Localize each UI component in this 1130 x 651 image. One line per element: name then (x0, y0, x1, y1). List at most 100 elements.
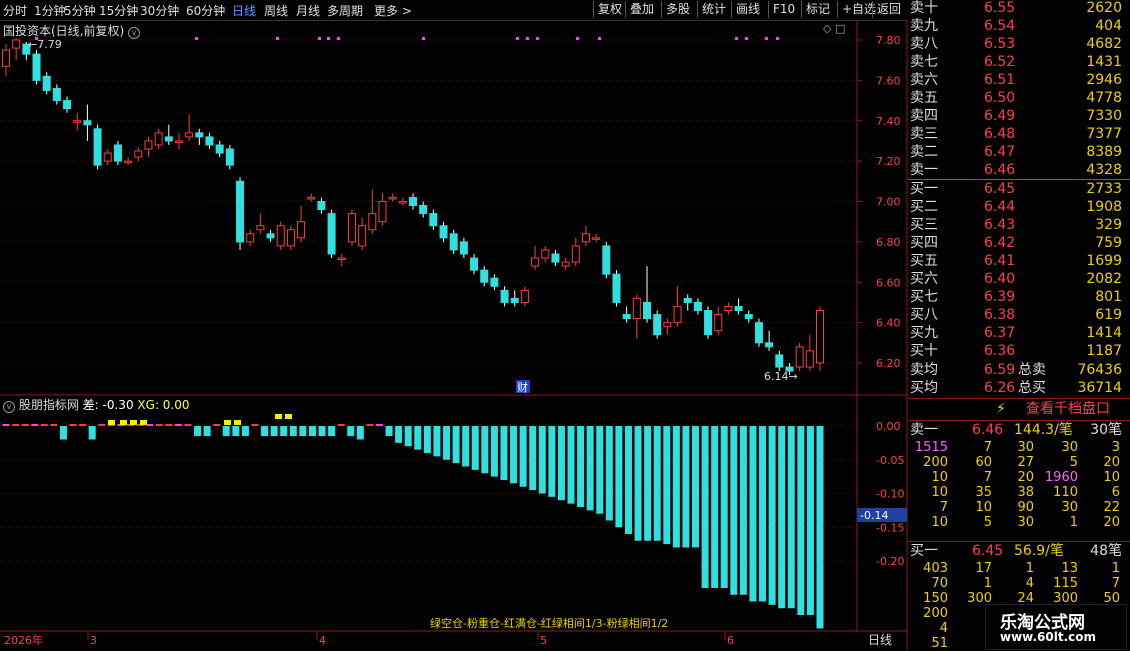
ask-row[interactable]: 卖四 6.49 7330 (908, 107, 1130, 125)
indicator-bar (548, 426, 556, 497)
bid-row[interactable]: 买四 6.42 759 (908, 234, 1130, 252)
window-controls[interactable]: ◇ □ (823, 22, 845, 35)
indicator-bar (481, 426, 489, 474)
bid-row[interactable]: 买三 6.43 329 (908, 216, 1130, 234)
ask-row[interactable]: 卖七 6.52 1431 (908, 53, 1130, 71)
indicator-signal (234, 420, 241, 425)
candle-body (561, 261, 570, 267)
toolbar-button-3[interactable]: 统计 (697, 1, 726, 18)
candle-body (185, 132, 194, 138)
ob-volume: 8389 (1086, 144, 1122, 160)
chevron-down-icon[interactable]: v (3, 401, 15, 413)
tab-3[interactable]: 15分钟 (99, 2, 138, 19)
ask-row[interactable]: 卖六 6.51 2946 (908, 71, 1130, 89)
toolbar-button-8[interactable]: 返回 (872, 1, 901, 18)
tab-2[interactable]: 5分钟 (64, 2, 96, 19)
chevron-down-icon[interactable]: v (128, 27, 141, 39)
bid-row[interactable]: 买九 6.37 1414 (908, 324, 1130, 342)
indicator-bar (59, 426, 67, 440)
ask-row[interactable]: 卖二 6.47 8389 (908, 143, 1130, 161)
tab-9[interactable]: 多周期 (327, 2, 363, 19)
sell-queue-cell: 38 (1017, 485, 1034, 500)
ask-row[interactable]: 卖三 6.48 7377 (908, 125, 1130, 143)
indicator-bar (50, 424, 58, 426)
indicator-bar (692, 426, 700, 548)
bid-row[interactable]: 买十 6.36 1187 (908, 342, 1130, 360)
indicator-bar (2, 424, 10, 426)
indicator-bar (404, 426, 412, 447)
indicator-bar (787, 426, 795, 609)
toolbar-button-7[interactable]: +自选 (837, 1, 876, 18)
ask-row[interactable]: 卖一 6.46 4328 (908, 161, 1130, 179)
ob-label: 卖一 (910, 162, 938, 178)
tab-0[interactable]: 分时 (3, 2, 27, 19)
indicator-bar (347, 426, 355, 437)
indicator-bar (538, 426, 546, 494)
indicator-bar (79, 424, 87, 426)
indicator-bar (280, 426, 288, 437)
tab-1[interactable]: 1分钟 (34, 2, 66, 19)
view-depth-button[interactable]: ⚡ 查看千档盘口 (908, 399, 1130, 419)
candle-body (276, 225, 285, 247)
candle-body (510, 297, 519, 303)
indicator-bar (720, 426, 728, 588)
candle-body (541, 249, 550, 259)
buy-queue-cell: 1 (1111, 561, 1120, 576)
indicator-bar (366, 424, 374, 426)
indicator-bar (385, 426, 393, 437)
price-tick-label: 7.20 (876, 155, 901, 168)
indicator-bar (730, 426, 738, 595)
indicator-bar (490, 426, 498, 477)
indicator-bar (194, 426, 202, 437)
signal-marker (327, 37, 330, 40)
ask-row[interactable]: 卖十 6.55 2620 (908, 0, 1130, 17)
buy-queue-cell: 200 (923, 606, 948, 621)
bid-row[interactable]: 买八 6.38 619 (908, 306, 1130, 324)
indicator-bar (797, 426, 805, 615)
price-tick-label: 6.20 (876, 357, 901, 370)
month-label: 6 (727, 634, 734, 647)
sell-queue-cell: 30 (1061, 500, 1078, 515)
indicator-bar (615, 426, 623, 528)
signal-marker (598, 37, 601, 40)
tab-10[interactable]: 更多 > (374, 2, 412, 19)
bid-row[interactable]: 买六 6.40 2082 (908, 270, 1130, 288)
tab-7[interactable]: 周线 (264, 2, 288, 19)
ob-label: 卖五 (910, 90, 938, 106)
indicator-bar (816, 426, 824, 629)
sell-queue-cell: 60 (975, 455, 992, 470)
chart-canvas[interactable]: 7.80 7.60 7.40 7.20 7.00 6.80 6.60 6.40 6.20 ←7.7… (0, 0, 908, 650)
bid-row[interactable]: 买一 6.45 2733 (908, 180, 1130, 198)
ask-row[interactable]: 卖五 6.50 4778 (908, 89, 1130, 107)
tab-4[interactable]: 30分钟 (140, 2, 179, 19)
bid-row[interactable]: 买七 6.39 801 (908, 288, 1130, 306)
candle-body (12, 39, 21, 49)
indicator-bar (165, 424, 173, 426)
ob-price: 6.53 (984, 36, 1016, 52)
toolbar-button-4[interactable]: 画线 (731, 1, 760, 18)
ob-label: 买一 (910, 181, 938, 197)
toolbar-button-2[interactable]: 多股 (661, 1, 690, 18)
tab-8[interactable]: 月线 (296, 2, 320, 19)
ask-row[interactable]: 卖八 6.53 4682 (908, 35, 1130, 53)
bid-row[interactable]: 买二 6.44 1908 (908, 198, 1130, 216)
candle-body (225, 148, 234, 166)
bolt-icon: ⚡ (996, 401, 1006, 417)
ask-row[interactable]: 卖九 6.54 404 (908, 17, 1130, 35)
indicator-bar (328, 426, 336, 437)
toolbar-button-6[interactable]: 标记 (801, 1, 830, 18)
indicator-signal (140, 420, 147, 425)
indicator-bar (806, 426, 814, 615)
candle-body (195, 132, 204, 138)
sell-queue-cell: 30 (1017, 515, 1034, 530)
tab-6[interactable]: 日线 (232, 2, 256, 19)
candle-body (744, 314, 753, 320)
ob-price: 6.44 (984, 199, 1016, 215)
toolbar-button-5[interactable]: F10 (768, 1, 795, 18)
toolbar-button-1[interactable]: 叠加 (625, 1, 654, 18)
bid-row[interactable]: 买五 6.41 1699 (908, 252, 1130, 270)
indicator-signal (275, 414, 282, 419)
toolbar-button-0[interactable]: 复权 (593, 1, 622, 18)
tab-5[interactable]: 60分钟 (186, 2, 225, 19)
indicator-bar (213, 424, 221, 426)
